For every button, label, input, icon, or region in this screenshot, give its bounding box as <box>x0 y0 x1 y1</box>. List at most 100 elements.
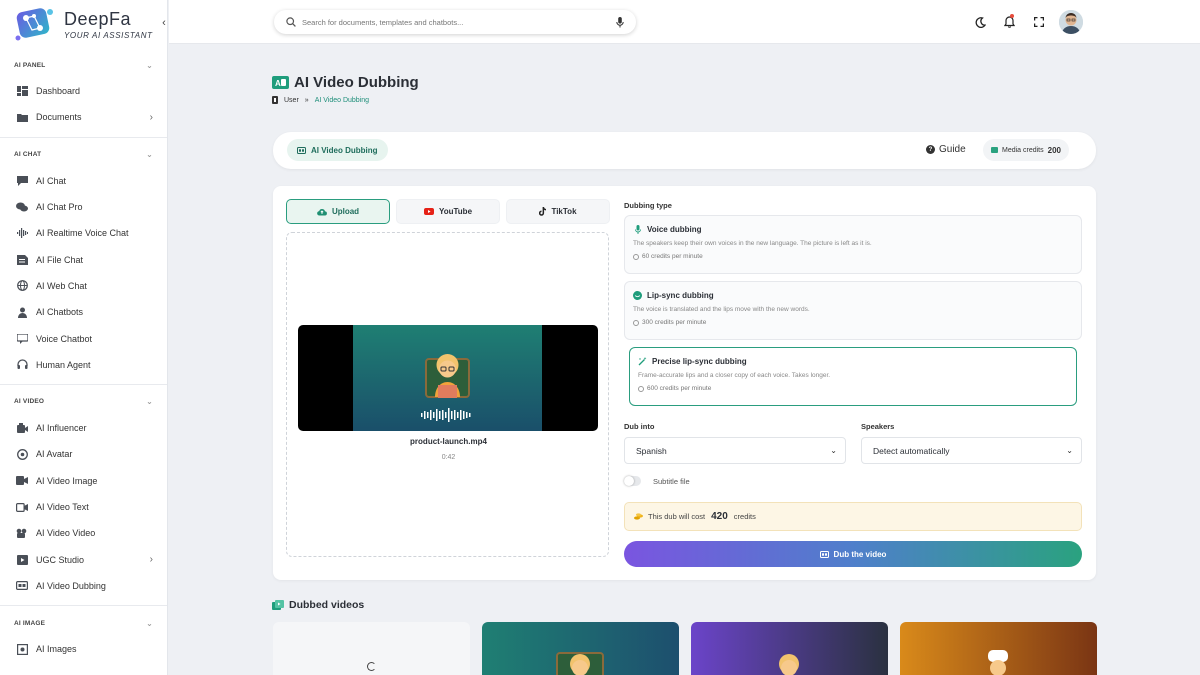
lipsync-icon <box>633 291 642 300</box>
dubbing-card: Upload YouTube TikTok product-launch.mp4… <box>273 186 1096 580</box>
sidebar-item-ai-video-image[interactable]: AI Video Image <box>0 468 167 494</box>
sidebar-item-ugc-studio[interactable]: UGC Studio › <box>0 546 167 572</box>
dubbing-title-icon: A <box>272 76 289 89</box>
search-bar[interactable] <box>274 10 636 34</box>
chat-pro-icon <box>16 201 28 213</box>
option-description: Frame-accurate lips and a closer copy of… <box>638 372 831 379</box>
cost-value: 420 <box>711 511 728 522</box>
sidebar-item-label: AI Avatar <box>36 449 73 460</box>
tool-tabbar: AI Video Dubbing ? Guide Media credits 2… <box>273 132 1096 169</box>
brand-tagline: YOUR AI ASSISTANT <box>64 30 153 40</box>
brand[interactable]: DeepFa YOUR AI ASSISTANT ‹ <box>0 0 167 48</box>
sidebar-item-ai-video-text[interactable]: AI Video Text <box>0 494 167 520</box>
media-credits-badge: Media credits 200 <box>983 139 1069 161</box>
dub-into-select[interactable]: Spanish ⌄ <box>624 437 846 464</box>
sidebar-item-label: AI Realtime Voice Chat <box>36 228 129 239</box>
section-title: AI PANEL <box>14 61 46 69</box>
bell-icon[interactable] <box>995 12 1024 32</box>
breadcrumb-separator: » <box>304 96 309 104</box>
user-badge-icon <box>272 96 278 104</box>
option-precise-lip-sync-dubbing[interactable]: Precise lip-sync dubbing Frame-accurate … <box>629 347 1077 406</box>
coin-icon <box>633 253 639 260</box>
sidebar-item-label: AI Video Video <box>36 528 96 539</box>
option-voice-dubbing[interactable]: Voice dubbing The speakers keep their ow… <box>624 215 1082 274</box>
sidebar-item-ai-chat-pro[interactable]: AI Chat Pro <box>0 194 167 220</box>
fullscreen-icon[interactable] <box>1024 12 1053 32</box>
page-title: AI Video Dubbing <box>294 74 419 91</box>
sidebar-item-ai-realtime-voice-chat[interactable]: AI Realtime Voice Chat <box>0 220 167 246</box>
search-input[interactable] <box>302 17 616 27</box>
sidebar-item-label: Human Agent <box>36 359 91 370</box>
section-ai-video[interactable]: AI VIDEO ⌄ <box>0 389 167 415</box>
dubbed-videos-heading: Dubbed videos <box>272 599 364 611</box>
sidebar-item-ai-avatar[interactable]: AI Avatar <box>0 441 167 467</box>
collapse-sidebar-icon[interactable]: ‹ <box>159 16 167 30</box>
sidebar-item-label: UGC Studio <box>36 554 85 565</box>
dubbed-video-card[interactable] <box>691 622 888 675</box>
credits-value: 200 <box>1047 145 1061 155</box>
subtitle-toggle[interactable] <box>624 476 641 486</box>
divider <box>0 605 167 607</box>
credits-label: Media credits <box>1002 146 1044 154</box>
dubbing-icon <box>297 146 306 154</box>
section-title: AI IMAGE <box>14 619 46 627</box>
section-title: AI CHAT <box>14 151 42 159</box>
dubbed-video-card-processing[interactable] <box>273 622 470 675</box>
sidebar-item-documents[interactable]: Documents › <box>0 104 167 130</box>
section-ai-panel[interactable]: AI PANEL ⌄ <box>0 52 167 78</box>
sidebar-item-ai-file-chat[interactable]: AI File Chat <box>0 246 167 272</box>
guide-label: Guide <box>939 144 966 155</box>
microphone-icon[interactable] <box>616 16 624 28</box>
section-ai-chat[interactable]: AI CHAT ⌄ <box>0 142 167 168</box>
videos-stack-icon <box>272 600 284 610</box>
guide-button[interactable]: ? Guide <box>926 144 966 155</box>
dubbing-type-label: Dubbing type <box>624 201 672 210</box>
images-icon <box>16 643 28 655</box>
sidebar-item-ai-influencer[interactable]: AI Influencer <box>0 415 167 441</box>
credits-icon <box>991 147 998 153</box>
sidebar-item-label: AI File Chat <box>36 254 84 265</box>
divider <box>0 136 167 138</box>
dubbed-video-card[interactable] <box>482 622 679 675</box>
breadcrumb-root[interactable]: User <box>284 97 299 104</box>
sidebar-item-voice-chatbot[interactable]: Voice Chatbot <box>0 325 167 351</box>
breadcrumb: User » AI Video Dubbing <box>272 96 369 104</box>
sidebar-item-ai-chat[interactable]: AI Chat <box>0 168 167 194</box>
tab-tiktok[interactable]: TikTok <box>506 199 610 224</box>
option-cost: 600 credits per minute <box>647 385 712 392</box>
source-tabs: Upload YouTube TikTok <box>286 199 610 224</box>
sidebar-item-ai-images[interactable]: AI Images <box>0 636 167 662</box>
ugc-icon <box>16 554 28 566</box>
upload-dropzone[interactable]: product-launch.mp4 0:42 <box>286 232 609 557</box>
option-title: Lip-sync dubbing <box>647 291 714 300</box>
chevron-down-icon: ⌄ <box>146 618 153 628</box>
avatar[interactable] <box>1059 10 1083 34</box>
sidebar-item-ai-web-chat[interactable]: AI Web Chat <box>0 273 167 299</box>
dubbed-video-card[interactable] <box>900 622 1097 675</box>
sidebar-item-human-agent[interactable]: Human Agent <box>0 352 167 378</box>
chevron-down-icon: ⌄ <box>146 150 153 160</box>
tab-youtube[interactable]: YouTube <box>396 199 500 224</box>
breadcrumb-current: AI Video Dubbing <box>314 96 370 104</box>
sidebar-item-ai-video-video[interactable]: AI Video Video <box>0 520 167 546</box>
presenter-thumbnail-icon <box>556 652 604 675</box>
moon-icon[interactable] <box>966 12 995 32</box>
speakers-label: Speakers <box>861 422 895 431</box>
sidebar-item-label: AI Images <box>36 644 77 655</box>
tab-ai-video-dubbing[interactable]: AI Video Dubbing <box>287 139 388 161</box>
option-title: Voice dubbing <box>647 225 702 234</box>
option-lip-sync-dubbing[interactable]: Lip-sync dubbing The voice is translated… <box>624 281 1082 340</box>
user-avatar-icon <box>1059 10 1083 34</box>
section-ai-image[interactable]: AI IMAGE ⌄ <box>0 610 167 636</box>
search-icon <box>286 17 296 27</box>
dub-video-button[interactable]: Dub the video <box>624 541 1082 567</box>
option-cost: 60 credits per minute <box>642 253 703 260</box>
tab-upload[interactable]: Upload <box>286 199 390 224</box>
sidebar-item-ai-chatbots[interactable]: AI Chatbots <box>0 299 167 325</box>
video-text-icon <box>16 501 28 513</box>
speakers-select[interactable]: Detect automatically ⌄ <box>861 437 1082 464</box>
sidebar-item-dashboard[interactable]: Dashboard <box>0 78 167 104</box>
option-title: Precise lip-sync dubbing <box>652 357 747 366</box>
video-preview[interactable] <box>298 325 598 431</box>
sidebar-item-ai-video-dubbing[interactable]: AI Video Dubbing <box>0 573 167 599</box>
